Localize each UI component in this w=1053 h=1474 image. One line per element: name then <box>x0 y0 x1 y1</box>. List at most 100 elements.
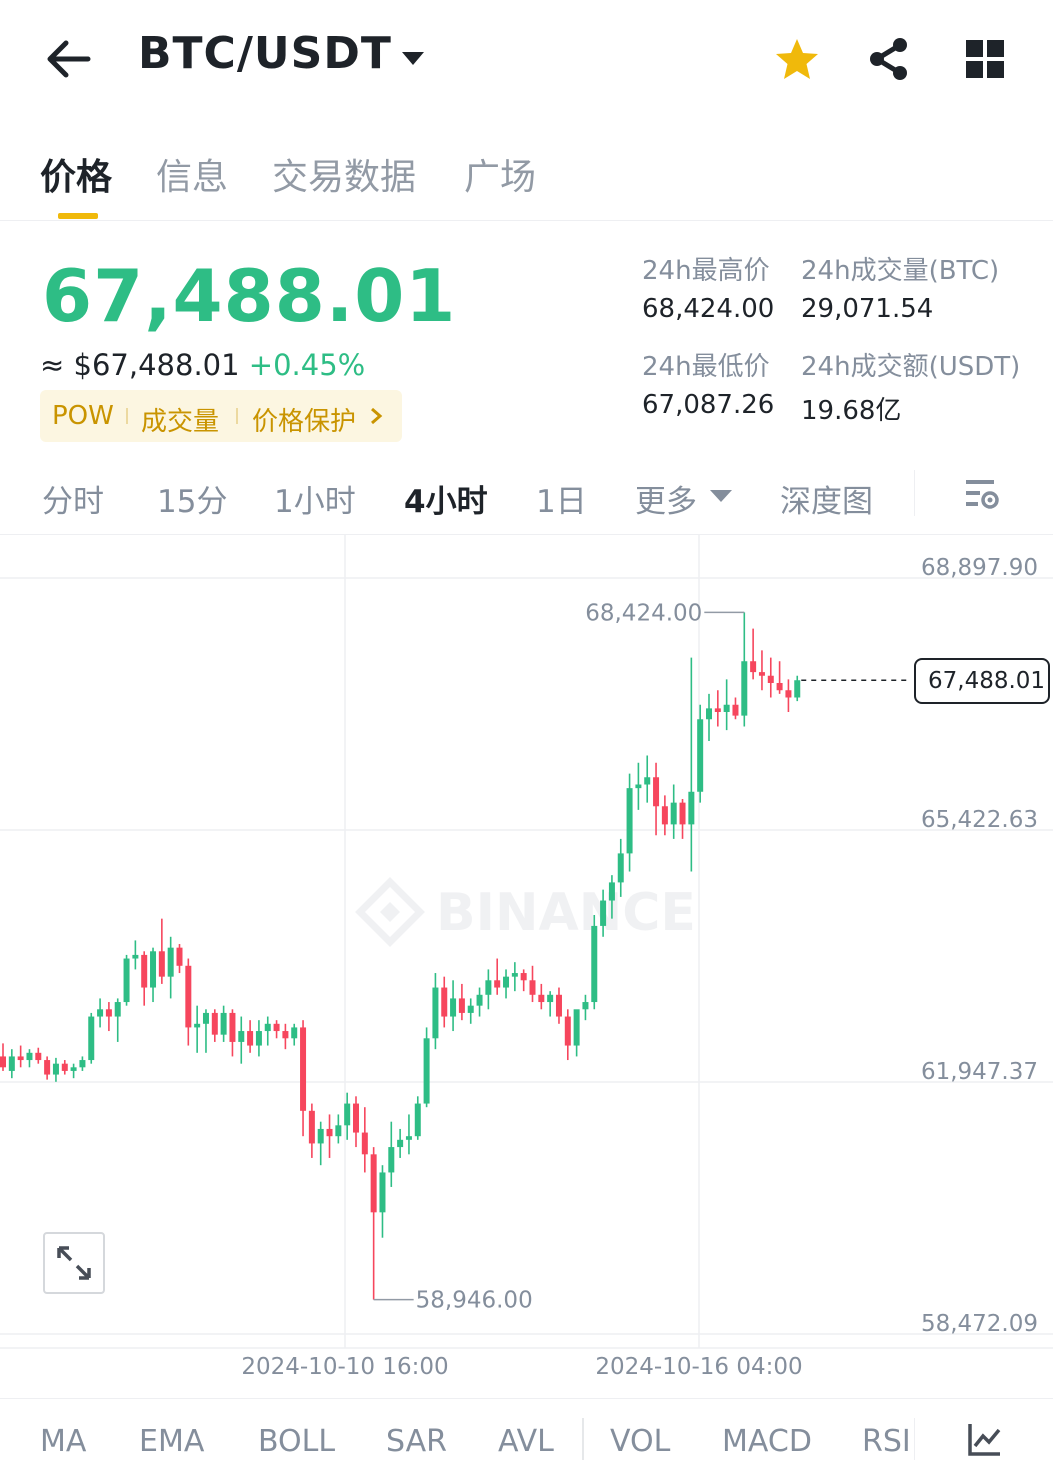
indicator-avl[interactable]: AVL <box>498 1424 554 1459</box>
candle-body <box>723 704 730 712</box>
candle-body <box>344 1103 351 1126</box>
expand-chart-button[interactable] <box>43 1232 105 1294</box>
candle-body <box>158 951 165 977</box>
candle-body <box>608 882 615 901</box>
stat-high-label: 24h最高价 <box>642 256 770 286</box>
last-price-tag-value: 67,488.01 <box>928 668 1046 694</box>
candle-body <box>17 1056 24 1061</box>
candle-body <box>26 1052 33 1061</box>
pair-title[interactable]: BTC/USDT <box>138 28 392 79</box>
candle-body <box>591 925 598 1003</box>
candle-body <box>617 853 624 883</box>
candle-body <box>714 708 721 712</box>
candlestick-chart[interactable]: 68,897.90 65,422.63 61,947.37 58,472.09 2024… <box>0 535 1053 1400</box>
candle-body <box>511 973 518 977</box>
candle-body <box>300 1027 307 1111</box>
tag-separator <box>126 408 128 424</box>
svg-text:BINANCE: BINANCE <box>436 883 696 943</box>
candle-body <box>8 1056 15 1071</box>
candle-body <box>326 1128 333 1137</box>
interval-4h[interactable]: 4小时 <box>404 476 488 521</box>
candle-body <box>458 998 465 1013</box>
candle-body <box>202 1012 209 1024</box>
last-price-tag: 67,488.01 <box>914 658 1050 704</box>
indicator-divider <box>914 1418 915 1460</box>
candle-body <box>220 1012 227 1035</box>
grid-icon[interactable] <box>962 36 1008 82</box>
candle-body <box>238 1031 245 1042</box>
chevron-down-icon[interactable] <box>708 488 734 504</box>
candle-body <box>776 682 783 691</box>
stat-vol-btc-label: 24h成交量(BTC) <box>801 256 1000 286</box>
indicator-sar[interactable]: SAR <box>386 1424 447 1459</box>
candle-body <box>52 1063 59 1075</box>
chevron-right-icon[interactable] <box>368 406 384 426</box>
expand-icon <box>57 1246 91 1280</box>
candle-body <box>432 987 439 1039</box>
share-icon[interactable] <box>866 36 912 82</box>
indicator-ema[interactable]: EMA <box>139 1424 204 1459</box>
candle-body <box>547 994 554 1003</box>
candle-body <box>255 1031 262 1046</box>
back-arrow-icon[interactable] <box>44 38 92 80</box>
candle-body <box>79 1060 86 1068</box>
candle-body <box>767 675 774 683</box>
candle-body <box>732 704 739 716</box>
tab-price[interactable]: 价格 <box>40 148 112 200</box>
chart-settings-icon[interactable] <box>962 474 1002 514</box>
candle-body <box>317 1128 324 1144</box>
tab-trading-data[interactable]: 交易数据 <box>272 148 416 200</box>
indicator-vol[interactable]: VOL <box>610 1424 670 1459</box>
stat-vol-btc-value: 29,071.54 <box>801 294 934 324</box>
candle-body <box>494 980 501 988</box>
candle-body <box>450 998 457 1017</box>
candle-body <box>688 791 695 825</box>
x-tick-label: 2024-10-10 16:00 <box>241 1354 448 1380</box>
candle-body <box>635 784 642 789</box>
candle-body <box>600 900 607 926</box>
indicator-ma[interactable]: MA <box>40 1424 86 1459</box>
indicator-rsi[interactable]: RSI <box>862 1424 911 1459</box>
candle-body <box>370 1154 377 1213</box>
candle-body <box>264 1023 271 1032</box>
stat-high-value: 68,424.00 <box>642 294 775 324</box>
candle-body <box>273 1023 280 1032</box>
candle-body <box>644 777 651 785</box>
y-tick-label: 68,897.90 <box>921 555 1038 581</box>
candle-body <box>353 1103 359 1133</box>
candle-body <box>88 1016 95 1061</box>
candle-body <box>467 1005 474 1013</box>
interval-15m[interactable]: 15分 <box>157 476 227 521</box>
interval-1h[interactable]: 1小时 <box>274 476 356 521</box>
stat-vol-usdt-value: 19.68亿 <box>801 396 902 426</box>
candle-body <box>785 690 792 698</box>
interval-timeline[interactable]: 分时 <box>42 476 104 521</box>
interval-1d[interactable]: 1日 <box>536 476 587 521</box>
indicator-settings-icon[interactable] <box>966 1422 1004 1458</box>
stat-low-value: 67,087.26 <box>642 390 775 420</box>
low-marker-label: 58,946.00 <box>416 1288 533 1314</box>
candle-body <box>150 951 157 988</box>
indicator-macd[interactable]: MACD <box>722 1424 812 1459</box>
tag-pow[interactable]: POW <box>52 401 114 431</box>
chevron-down-icon[interactable] <box>400 48 426 68</box>
interval-depth-chart[interactable]: 深度图 <box>780 476 873 521</box>
y-tick-label: 65,422.63 <box>921 807 1038 833</box>
candle-body <box>388 1147 395 1173</box>
candle-body <box>414 1103 421 1137</box>
star-icon[interactable] <box>774 36 820 82</box>
tab-info[interactable]: 信息 <box>156 148 228 200</box>
indicator-boll[interactable]: BOLL <box>258 1424 335 1459</box>
candle-body <box>361 1132 368 1155</box>
candle-body <box>123 958 130 1003</box>
candle-body <box>555 994 562 1017</box>
approx-price-row: ≈ $67,488.01 +0.45% <box>40 348 365 382</box>
interval-more[interactable]: 更多 <box>635 476 697 521</box>
tag-price-protection[interactable]: 价格保护 <box>252 401 356 438</box>
candle-body <box>582 1002 589 1010</box>
tag-volume[interactable]: 成交量 <box>141 401 219 438</box>
candle-body <box>564 1016 571 1046</box>
indicator-bar-divider <box>0 1398 1053 1399</box>
tab-square[interactable]: 广场 <box>464 148 536 200</box>
candle-body <box>97 1009 104 1017</box>
